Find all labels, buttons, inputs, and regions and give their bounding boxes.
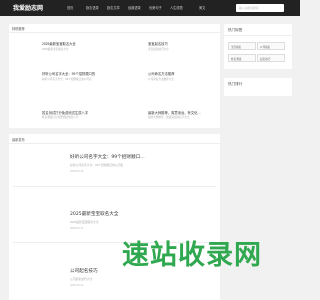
featured-item-sub: 公司命名方法推荐大全 [148, 78, 174, 81]
latest-item-date: 2025-06-14 [70, 227, 84, 230]
divider [13, 186, 216, 187]
tag-label: 公司取名 [260, 45, 271, 49]
divider [9, 143, 220, 144]
site-logo[interactable]: 我爱励志网 [13, 3, 43, 12]
tag[interactable]: 宝宝取名 [228, 42, 256, 50]
nav-item-home[interactable]: 首页 [67, 5, 73, 10]
hot-tags-panel: 热门标签 宝宝取名 公司取名 姓名测试 起名技巧 [224, 24, 292, 69]
search-placeholder: 输入关键词搜索 [239, 6, 259, 10]
latest-item-sub: 好听公司名字大全：99个招财顺口的公司名 [70, 163, 124, 167]
featured-item-sub: 好听公司名字大全：99个招财顺口的公司名 [42, 78, 92, 81]
tag[interactable]: 起名技巧 [257, 54, 285, 62]
nav-item-2[interactable]: 励志文章 [107, 5, 120, 10]
latest-title: 最新发布 [12, 138, 25, 142]
featured-item-title[interactable]: 好听公司名字大全：99个招财顺口的 [42, 71, 95, 76]
featured-item-sub: 2025最新宝宝取名大全 [42, 48, 69, 51]
divider [9, 32, 220, 33]
featured-item-sub: 最新大师推荐，寓意深远的名字大全 [148, 116, 190, 119]
latest-item-title[interactable]: 公司起名技巧 [70, 268, 98, 274]
latest-item-date: 2025-06-15 [70, 170, 84, 173]
featured-item-sub: 姓名测试打分免费测试生辰八字 [42, 116, 79, 119]
latest-item-title[interactable]: 好听公司名字大全：99个招财顺口… [70, 154, 145, 160]
featured-title: 特别推荐 [12, 27, 25, 31]
featured-item-title[interactable]: 2025最新宝宝取名大全 [42, 41, 76, 46]
tag-label: 姓名测试 [231, 57, 242, 61]
hot-rank-title: 热门排行 [228, 82, 243, 86]
nav-item-5[interactable]: 人生感悟 [170, 5, 183, 10]
featured-item-title[interactable]: 宝宝起名技巧 [148, 41, 168, 46]
search-input[interactable]: 输入关键词搜索 [236, 4, 284, 12]
divider [224, 35, 292, 36]
latest-item-title[interactable]: 2025最新宝宝取名大全 [70, 211, 118, 217]
tag-label: 宝宝取名 [231, 45, 242, 49]
watermark: 速站收录网 [122, 240, 262, 271]
hot-tags-title: 热门标签 [228, 28, 243, 32]
latest-item-sub: 2025最新宝宝取名大全 [70, 220, 99, 224]
hot-rank-panel: 热门排行 [224, 78, 292, 96]
nav-item-4[interactable]: 优美句子 [149, 5, 162, 10]
featured-item-sub: 宝宝起名技巧大全 [148, 48, 169, 51]
nav-item-3[interactable]: 经典语录 [128, 5, 141, 10]
featured-panel: 特别推荐 2025最新宝宝取名大全 2025最新宝宝取名大全 宝宝起名技巧 宝宝… [9, 24, 220, 128]
tag[interactable]: 公司取名 [257, 42, 285, 50]
tag[interactable]: 姓名测试 [228, 54, 256, 62]
top-navbar: 我爱励志网 首页 励志语录 励志文章 经典语录 优美句子 人生感悟 美文 输入关… [0, 0, 300, 16]
nav-item-1[interactable]: 励志语录 [86, 5, 99, 10]
latest-item-date: 2025-06-13 [70, 284, 84, 287]
latest-item-sub: 公司起名技巧大全 [70, 277, 93, 281]
tag-label: 起名技巧 [260, 57, 271, 61]
featured-item-title[interactable]: 公司命名方法推荐 [148, 71, 174, 76]
latest-panel: 最新发布 好听公司名字大全：99个招财顺口… 好听公司名字大全：99个招财顺口的… [9, 134, 220, 300]
nav-item-6[interactable]: 美文 [199, 5, 205, 10]
